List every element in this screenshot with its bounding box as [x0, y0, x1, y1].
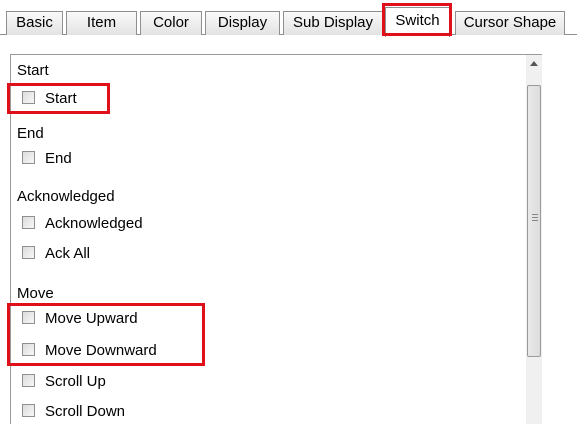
scrollbar-thumb[interactable]: [527, 85, 541, 357]
checkbox-label: Acknowledged: [45, 215, 143, 232]
grip-icon: [532, 214, 538, 223]
checkbox-label: Scroll Down: [45, 403, 126, 420]
vertical-scrollbar[interactable]: [526, 55, 542, 424]
chevron-up-icon[interactable]: [530, 61, 538, 66]
group-label-end: End: [17, 125, 44, 142]
move-checkboxes-highlight: [7, 303, 205, 366]
scroll-down-checkbox[interactable]: [22, 404, 35, 417]
tab-display[interactable]: Display: [205, 11, 280, 35]
checkbox-label: Scroll Up: [45, 373, 106, 390]
end-checkbox[interactable]: [22, 151, 35, 164]
group-label-start: Start: [17, 62, 49, 79]
switch-tab-highlight: [382, 3, 452, 36]
tab-cursor-shape[interactable]: Cursor Shape: [455, 11, 565, 35]
checkbox-label: End: [45, 150, 72, 167]
group-label-move: Move: [17, 285, 54, 302]
group-label-acknowledged: Acknowledged: [17, 188, 115, 205]
tab-basic[interactable]: Basic: [6, 11, 63, 35]
tab-bar: Basic Item Color Display Sub Display Swi…: [0, 0, 577, 42]
tab-color[interactable]: Color: [140, 11, 202, 35]
acknowledged-checkbox[interactable]: [22, 216, 35, 229]
checkbox-label: Ack All: [45, 245, 91, 262]
start-checkbox-highlight: [7, 83, 110, 114]
tab-sub-display[interactable]: Sub Display: [283, 11, 383, 35]
ack-all-checkbox[interactable]: [22, 246, 35, 259]
tab-item[interactable]: Item: [66, 11, 137, 35]
scroll-up-checkbox[interactable]: [22, 374, 35, 387]
